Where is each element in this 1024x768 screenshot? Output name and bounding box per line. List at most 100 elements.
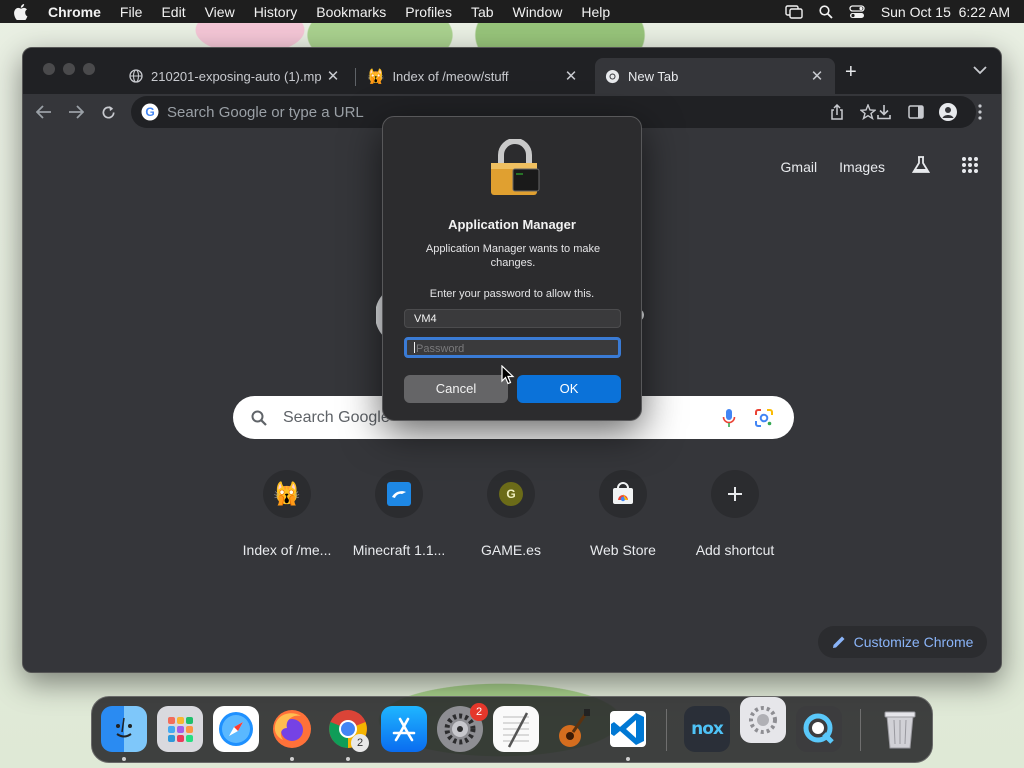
menu-edit[interactable]: Edit [161, 4, 185, 20]
trash-icon[interactable] [877, 706, 923, 752]
vscode-icon[interactable] [605, 706, 651, 752]
tab-title: 210201-exposing-auto (1).mp [151, 68, 322, 84]
mouse-pointer-icon [501, 365, 515, 385]
minecraft-icon [387, 482, 411, 506]
shortcut-web-store[interactable]: Web Store [567, 470, 679, 558]
screen-mirroring-icon[interactable] [785, 4, 803, 19]
tab-search-chevron-icon[interactable] [973, 66, 987, 75]
customize-chrome-button[interactable]: Customize Chrome [818, 626, 987, 658]
tab-title: New Tab [628, 68, 679, 84]
voice-search-mic-icon[interactable] [722, 408, 736, 428]
tab-video[interactable]: 210201-exposing-auto (1).mp ✕ [119, 58, 351, 94]
text-caret [414, 342, 415, 353]
notification-badge: 2 [470, 703, 488, 721]
shortcut-label: GAME.es [481, 542, 541, 558]
menu-tab[interactable]: Tab [471, 4, 494, 20]
chrome-icon [605, 69, 620, 83]
profile-avatar-icon[interactable] [939, 103, 957, 121]
webstore-icon [613, 482, 633, 504]
letter-g-icon: G [499, 482, 523, 506]
forward-arrow-icon[interactable] [67, 103, 85, 121]
shortcut-index-of-meow[interactable]: 🙀 Index of /me... [231, 470, 343, 558]
menu-help[interactable]: Help [581, 4, 610, 20]
zoom-window-button[interactable] [83, 63, 95, 75]
finder-icon[interactable] [101, 706, 147, 752]
apple-menu-icon[interactable] [14, 3, 28, 20]
images-link[interactable]: Images [839, 159, 885, 175]
quicktime-icon[interactable] [796, 706, 842, 752]
menu-bookmarks[interactable]: Bookmarks [316, 4, 386, 20]
download-icon[interactable] [875, 103, 893, 121]
close-window-button[interactable] [43, 63, 55, 75]
tab-meow-stuff[interactable]: 🙀 Index of /meow/stuff ✕ [357, 58, 589, 94]
shortcut-tile [599, 470, 647, 518]
gmail-link[interactable]: Gmail [781, 159, 818, 175]
labs-flask-icon[interactable] [911, 155, 931, 178]
menu-file[interactable]: File [120, 4, 143, 20]
menubar-clock[interactable]: Sun Oct 15 6:22 AM [881, 4, 1010, 20]
shortcut-label: Index of /me... [242, 542, 332, 558]
close-tab-icon[interactable]: ✕ [325, 68, 341, 85]
dock-separator [860, 709, 861, 751]
nox-player-icon[interactable]: nox [684, 706, 730, 752]
kebab-menu-icon[interactable] [971, 103, 989, 121]
ntp-top-links: Gmail Images [759, 155, 979, 178]
share-icon[interactable] [830, 104, 844, 120]
pencil-icon [832, 636, 845, 648]
menu-view[interactable]: View [205, 4, 235, 20]
shortcut-minecraft[interactable]: Minecraft 1.1... [343, 470, 455, 558]
firefox-icon[interactable] [269, 706, 315, 752]
menu-history[interactable]: History [254, 4, 298, 20]
search-placeholder: Search Google [283, 408, 390, 426]
chrome-download-badge: 2 [351, 734, 369, 752]
back-arrow-icon[interactable] [35, 103, 53, 121]
menu-profiles[interactable]: Profiles [405, 4, 452, 20]
textedit-icon[interactable] [493, 706, 539, 752]
dialog-title: Application Manager [448, 217, 576, 232]
tab-separator [355, 68, 356, 86]
globe-icon [129, 69, 143, 83]
plus-icon [728, 487, 742, 501]
control-center-icon[interactable] [849, 4, 865, 19]
shortcut-tile [711, 470, 759, 518]
spotlight-search-icon[interactable] [819, 4, 833, 19]
ok-button[interactable]: OK [517, 375, 621, 403]
apps-grid-icon[interactable] [961, 156, 979, 177]
menu-app-name[interactable]: Chrome [48, 4, 101, 20]
minimize-window-button[interactable] [63, 63, 75, 75]
network-utility-icon[interactable] [740, 697, 786, 743]
shortcut-label: Web Store [590, 542, 656, 558]
side-panel-icon[interactable] [907, 103, 925, 121]
username-field[interactable]: VM4 [404, 309, 621, 328]
menu-window[interactable]: Window [513, 4, 563, 20]
launchpad-icon[interactable] [157, 706, 203, 752]
dialog-message: Application Manager wants to make change… [425, 243, 601, 269]
garageband-icon[interactable] [549, 706, 595, 752]
safari-icon[interactable] [213, 706, 259, 752]
close-tab-icon[interactable]: ✕ [809, 68, 825, 85]
shortcut-label: Minecraft 1.1... [352, 542, 446, 558]
tab-strip: 210201-exposing-auto (1).mp ✕ 🙀 Index of… [23, 48, 1001, 94]
password-placeholder: Password [416, 343, 465, 355]
shortcuts-row: 🙀 Index of /me... Minecraft 1.1... G GAM… [231, 470, 791, 558]
dock: 2 2 nox [91, 696, 933, 763]
cancel-button[interactable]: Cancel [404, 375, 508, 403]
menu-bar: Chrome File Edit View History Bookmarks … [0, 0, 1024, 23]
app-store-icon[interactable] [381, 706, 427, 752]
running-indicator [626, 757, 630, 761]
new-tab-button[interactable]: + [845, 62, 857, 82]
running-indicator [290, 757, 294, 761]
cat-emoji-icon: 🙀 [367, 67, 385, 84]
bookmark-star-icon[interactable] [860, 104, 876, 120]
reload-icon[interactable] [99, 103, 117, 121]
close-tab-icon[interactable]: ✕ [563, 68, 579, 85]
cat-emoji-icon: 🙀 [273, 481, 301, 506]
running-indicator [346, 757, 350, 761]
tab-new-tab[interactable]: New Tab ✕ [595, 58, 835, 94]
running-indicator [122, 757, 126, 761]
add-shortcut-button[interactable]: Add shortcut [679, 470, 791, 558]
password-field[interactable]: Password [404, 337, 621, 358]
shortcut-game-es[interactable]: G GAME.es [455, 470, 567, 558]
google-lens-icon[interactable] [754, 408, 774, 428]
svg-text:G: G [145, 105, 154, 119]
